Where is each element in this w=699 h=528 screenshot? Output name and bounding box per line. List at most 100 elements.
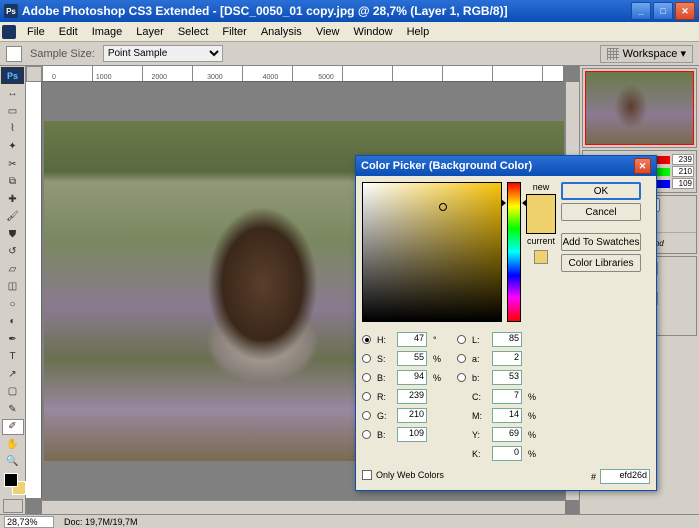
menu-view[interactable]: View: [309, 24, 347, 40]
b-value[interactable]: 109: [672, 178, 694, 189]
menu-filter[interactable]: Filter: [215, 24, 253, 40]
menu-analysis[interactable]: Analysis: [254, 24, 309, 40]
minimize-button[interactable]: _: [631, 2, 651, 20]
dialog-title-bar[interactable]: Color Picker (Background Color) ✕: [356, 156, 656, 176]
g-label: G:: [377, 411, 391, 421]
crop-tool[interactable]: ✂: [2, 156, 24, 172]
move-tool[interactable]: ↔: [2, 86, 24, 102]
a-radio[interactable]: [457, 354, 466, 363]
hex-label: #: [591, 472, 596, 482]
ok-button[interactable]: OK: [561, 182, 641, 200]
r-value[interactable]: 239: [672, 154, 694, 165]
b2-input[interactable]: 53: [492, 370, 522, 385]
menu-file[interactable]: File: [20, 24, 52, 40]
bv-label: B:: [377, 373, 391, 383]
gradient-tool[interactable]: ◫: [2, 279, 24, 295]
shape-tool[interactable]: ▢: [2, 384, 24, 400]
lasso-tool[interactable]: ⌇: [2, 121, 24, 137]
marquee-tool[interactable]: ▭: [2, 104, 24, 120]
l-label: L:: [472, 335, 486, 345]
h-input[interactable]: 47: [397, 332, 427, 347]
l-radio[interactable]: [457, 335, 466, 344]
navigator-panel: [582, 68, 697, 148]
sample-size-select[interactable]: Point Sample: [103, 45, 223, 62]
eyedropper-tool[interactable]: ✐: [2, 419, 24, 435]
web-colors-checkbox[interactable]: [362, 470, 372, 480]
color-swatches[interactable]: [2, 473, 23, 497]
color-libraries-button[interactable]: Color Libraries: [561, 254, 641, 272]
y-input[interactable]: 69: [492, 427, 522, 442]
zoom-tool[interactable]: 🔍: [2, 454, 24, 470]
history-brush-tool[interactable]: ↺: [2, 244, 24, 260]
dodge-tool[interactable]: ◐: [2, 314, 24, 330]
hex-input[interactable]: efd26d: [600, 469, 650, 484]
h-radio[interactable]: [362, 335, 371, 344]
stamp-tool[interactable]: ⛊: [2, 226, 24, 242]
a-label: a:: [472, 354, 486, 364]
s-input[interactable]: 55: [397, 351, 427, 366]
g-input[interactable]: 210: [397, 408, 427, 423]
a-input[interactable]: 2: [492, 351, 522, 366]
menu-image[interactable]: Image: [85, 24, 130, 40]
k-input[interactable]: 0: [492, 446, 522, 461]
add-swatches-button[interactable]: Add To Swatches: [561, 233, 641, 251]
navigator-thumb[interactable]: [585, 71, 694, 145]
r-input[interactable]: 239: [397, 389, 427, 404]
notes-tool[interactable]: ✎: [2, 401, 24, 417]
slice-tool[interactable]: ⧉: [2, 174, 24, 190]
l-input[interactable]: 85: [492, 332, 522, 347]
s-radio[interactable]: [362, 354, 371, 363]
dialog-close-button[interactable]: ✕: [634, 158, 651, 174]
bv-radio[interactable]: [362, 373, 371, 382]
hue-slider[interactable]: [507, 182, 521, 322]
menu-help[interactable]: Help: [400, 24, 437, 40]
hand-tool[interactable]: ✋: [2, 437, 24, 453]
close-button[interactable]: ✕: [675, 2, 695, 20]
scrollbar-horizontal[interactable]: [42, 500, 565, 514]
bb-input[interactable]: 109: [397, 427, 427, 442]
workspace-button[interactable]: Workspace ▾: [600, 45, 693, 63]
menu-bar: File Edit Image Layer Select Filter Anal…: [0, 22, 699, 42]
cancel-button[interactable]: Cancel: [561, 203, 641, 221]
maximize-button[interactable]: □: [653, 2, 673, 20]
g-radio[interactable]: [362, 411, 371, 420]
r-radio[interactable]: [362, 392, 371, 401]
brush-tool[interactable]: 🖌: [2, 209, 24, 225]
pen-tool[interactable]: ✒: [2, 331, 24, 347]
bb-radio[interactable]: [362, 430, 371, 439]
type-tool[interactable]: T: [2, 349, 24, 365]
zoom-field[interactable]: 28,73%: [4, 516, 54, 528]
b2-label: b:: [472, 373, 486, 383]
blur-tool[interactable]: ○: [2, 296, 24, 312]
title-bar: Ps Adobe Photoshop CS3 Extended - [DSC_0…: [0, 0, 699, 22]
menu-window[interactable]: Window: [346, 24, 399, 40]
menu-layer[interactable]: Layer: [129, 24, 171, 40]
app-icon: Ps: [4, 4, 18, 18]
heal-tool[interactable]: ✚: [2, 191, 24, 207]
gamut-warning-icon[interactable]: [534, 250, 548, 264]
toolbox: Ps ↔ ▭ ⌇ ✦ ✂ ⧉ ✚ 🖌 ⛊ ↺ ▱ ◫ ○ ◐ ✒ T ↗ ▢ ✎…: [0, 66, 26, 514]
menu-edit[interactable]: Edit: [52, 24, 85, 40]
m-input[interactable]: 14: [492, 408, 522, 423]
wand-tool[interactable]: ✦: [2, 139, 24, 155]
dialog-title: Color Picker (Background Color): [361, 160, 532, 172]
b2-radio[interactable]: [457, 373, 466, 382]
bv-input[interactable]: 94: [397, 370, 427, 385]
color-picker-dialog: Color Picker (Background Color) ✕ new cu…: [355, 155, 657, 491]
options-bar: Sample Size: Point Sample Workspace ▾: [0, 42, 699, 66]
ruler-vertical: [26, 82, 42, 498]
m-label: M:: [472, 411, 486, 421]
picker-cursor: [439, 203, 447, 211]
path-tool[interactable]: ↗: [2, 366, 24, 382]
color-field[interactable]: [362, 182, 502, 322]
color-preview: [526, 194, 556, 234]
c-input[interactable]: 7: [492, 389, 522, 404]
fg-swatch[interactable]: [4, 473, 18, 487]
menu-select[interactable]: Select: [171, 24, 216, 40]
quickmask-button[interactable]: [3, 499, 23, 513]
eraser-tool[interactable]: ▱: [2, 261, 24, 277]
k-label: K:: [472, 449, 486, 459]
g-value[interactable]: 210: [672, 166, 694, 177]
doc-icon: [2, 25, 16, 39]
ps-logo: Ps: [1, 67, 24, 84]
